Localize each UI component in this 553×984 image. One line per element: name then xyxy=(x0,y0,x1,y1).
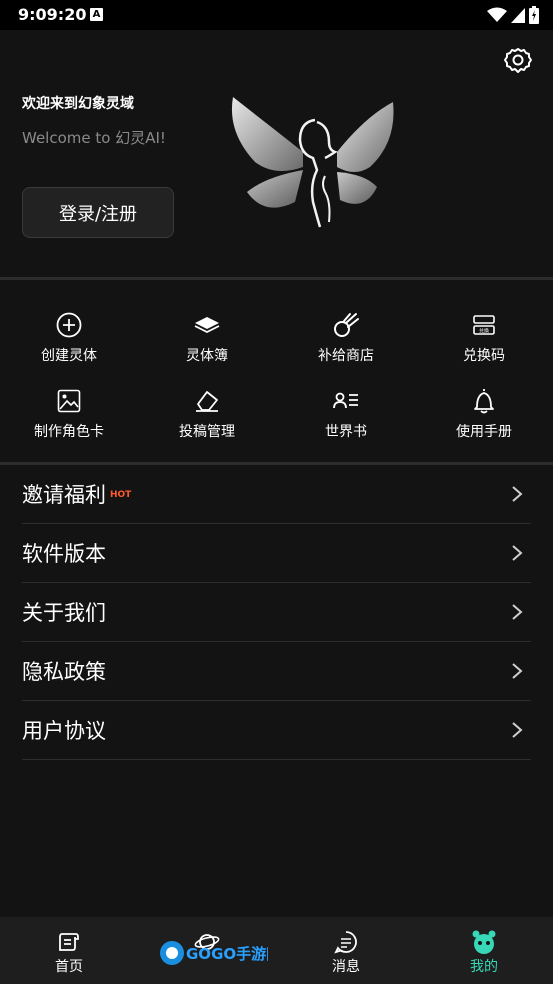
list-item-user-agreement[interactable]: 用户协议 xyxy=(22,701,531,760)
bottom-nav: 首页 消息 我的 xyxy=(0,917,553,984)
chevron-right-icon xyxy=(512,604,523,620)
nav-label: 首页 xyxy=(55,959,83,975)
home-scroll-icon xyxy=(59,933,79,951)
fairy-logo-icon xyxy=(231,97,394,228)
grid-label: 灵体簿 xyxy=(186,348,228,364)
wifi-icon xyxy=(487,7,507,22)
list-item-label: 用户协议 xyxy=(22,719,106,743)
list-item-about-us[interactable]: 关于我们 xyxy=(22,583,531,642)
grid-label: 使用手册 xyxy=(456,424,512,440)
chevron-right-icon xyxy=(512,486,523,502)
grid-label: 创建灵体 xyxy=(41,348,97,364)
list-item-label: 邀请福利 xyxy=(22,483,106,507)
nav-label: 消息 xyxy=(332,959,360,975)
grid-item-create-spirit[interactable]: 创建灵体 xyxy=(0,311,138,381)
battery-icon xyxy=(529,6,539,24)
chevron-right-icon xyxy=(512,545,523,561)
welcome-subtitle: Welcome to 幻灵AI! xyxy=(22,129,166,147)
nav-item-mine[interactable]: 我的 xyxy=(415,917,553,984)
list-item-label: 关于我们 xyxy=(22,601,106,625)
settings-list: 邀请福利 HOT 软件版本 关于我们 隐私政策 用户协议 xyxy=(0,465,553,917)
list-item-label: 隐私政策 xyxy=(22,660,106,684)
notification-a-icon: A xyxy=(90,8,103,21)
profile-header: 欢迎来到幻象灵域 Welcome to 幻灵AI! 登录/注册 xyxy=(0,30,553,277)
status-bar: 9:09:20 A xyxy=(0,0,553,30)
message-icon xyxy=(334,931,357,954)
list-item-privacy-policy[interactable]: 隐私政策 xyxy=(22,642,531,701)
list-item-label: 软件版本 xyxy=(22,542,106,566)
gogo-watermark-logo: GOGO手游网 xyxy=(160,941,268,965)
nav-item-home[interactable]: 首页 xyxy=(0,917,138,984)
grid-label: 投稿管理 xyxy=(179,424,235,440)
nav-label: 我的 xyxy=(470,959,498,975)
plus-circle-icon xyxy=(56,312,82,338)
signal-icon xyxy=(511,7,525,23)
list-item-invite-rewards[interactable]: 邀请福利 HOT xyxy=(22,465,531,524)
hot-badge: HOT xyxy=(110,490,132,500)
status-time: 9:09:20 xyxy=(18,5,87,24)
person-list-icon xyxy=(333,392,358,409)
grid-label: 世界书 xyxy=(325,424,367,440)
nav-item-messages[interactable]: 消息 xyxy=(277,917,415,984)
svg-text:GOGO手游网: GOGO手游网 xyxy=(186,945,268,963)
grid-item-world-book[interactable]: 世界书 xyxy=(277,387,415,457)
chevron-right-icon xyxy=(512,663,523,679)
grid-label: 补给商店 xyxy=(318,348,374,364)
gear-icon xyxy=(504,48,532,73)
login-register-button[interactable]: 登录/注册 xyxy=(22,187,174,238)
settings-button[interactable] xyxy=(503,45,533,75)
ticket-icon: 兑换 xyxy=(473,315,495,335)
grid-item-make-role-card[interactable]: 制作角色卡 xyxy=(0,387,138,457)
grid-item-supply-store[interactable]: 补给商店 xyxy=(277,311,415,381)
grid-label: 制作角色卡 xyxy=(34,424,104,440)
svg-text:兑换: 兑换 xyxy=(479,328,489,335)
feature-grid: 创建灵体 灵体簿 补给商店 兑换 兑换码 制作角色卡 投稿管理 世界书 使用手册 xyxy=(0,280,553,462)
grid-item-user-manual[interactable]: 使用手册 xyxy=(415,387,553,457)
list-item-app-version[interactable]: 软件版本 xyxy=(22,524,531,583)
eraser-icon xyxy=(196,391,218,412)
book-icon xyxy=(194,317,220,334)
image-icon xyxy=(57,389,81,413)
grid-label: 兑换码 xyxy=(463,348,505,364)
status-icons xyxy=(487,5,539,25)
grid-item-submission-manage[interactable]: 投稿管理 xyxy=(138,387,276,457)
mine-face-icon xyxy=(472,930,496,954)
grid-item-redeem-code[interactable]: 兑换 兑换码 xyxy=(415,311,553,381)
welcome-title: 欢迎来到幻象灵域 xyxy=(22,96,134,112)
meteor-icon xyxy=(334,313,359,337)
grid-item-spirit-book[interactable]: 灵体簿 xyxy=(138,311,276,381)
chevron-right-icon xyxy=(512,722,523,738)
bell-icon xyxy=(474,389,494,414)
